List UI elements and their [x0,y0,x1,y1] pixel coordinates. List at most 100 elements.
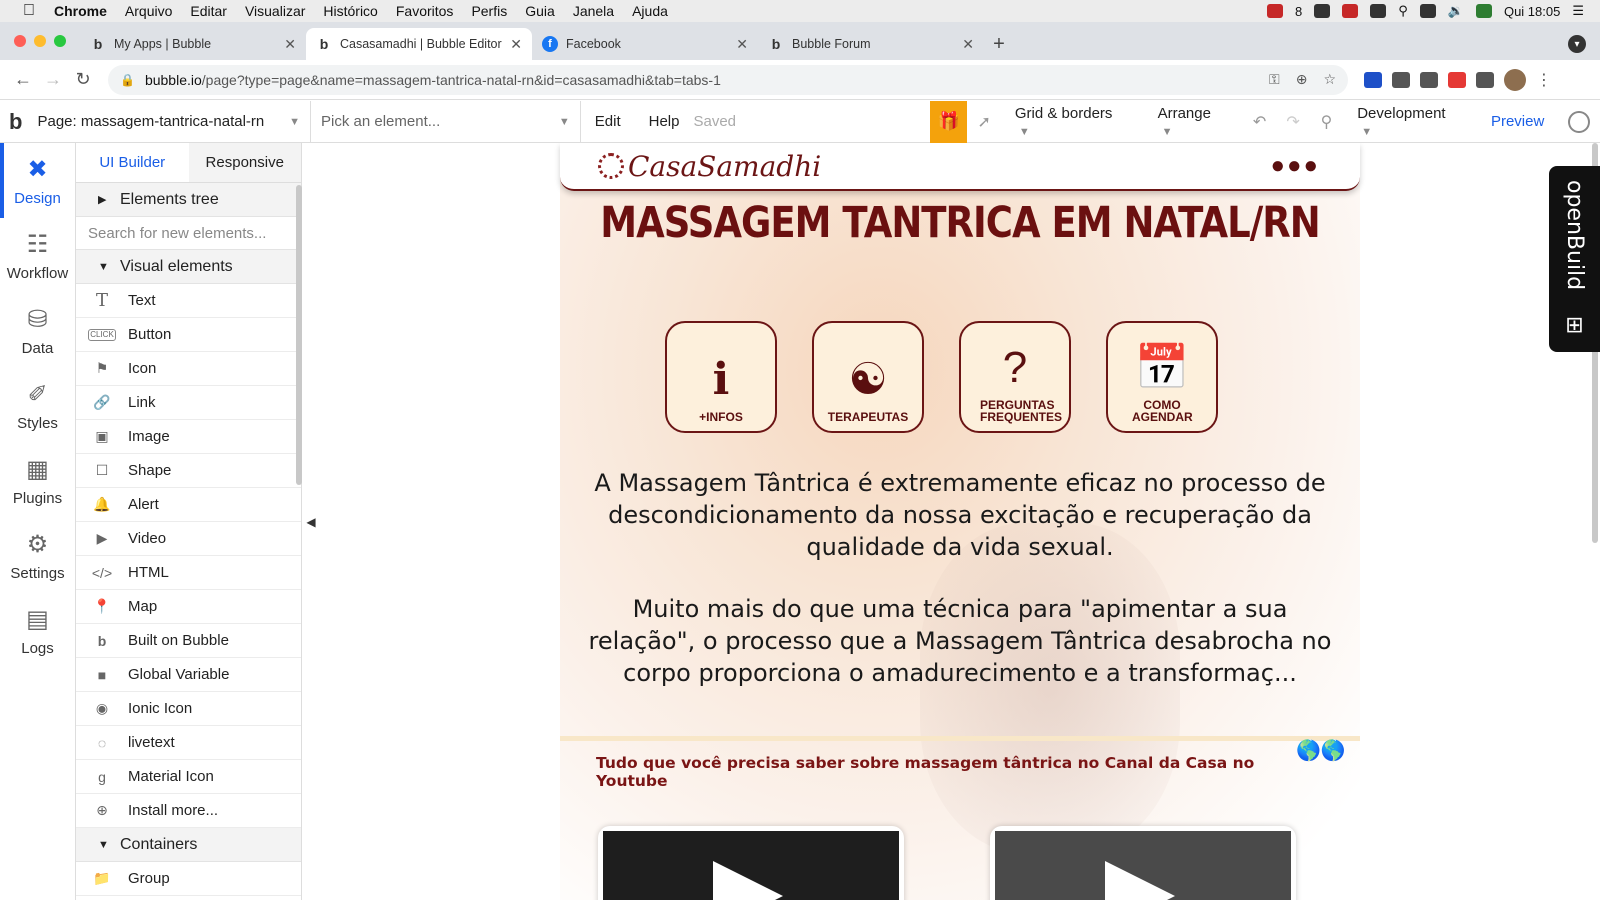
perguntas-button[interactable]: ? PERGUNTAS FREQUENTES [959,321,1071,433]
apple-icon[interactable]:  [18,2,40,20]
page-selector[interactable]: Page: massagem-tantrica-natal-rn ▼ [31,100,312,143]
pointer-icon[interactable]: ➚ [967,112,1000,132]
key-icon[interactable]: ⚿ [1269,71,1280,88]
menu-app-chrome[interactable]: Chrome [54,3,107,19]
visual-elements-toggle[interactable]: ▼ Visual elements [76,250,301,284]
menu-dots-icon[interactable]: ●●● [1271,152,1321,180]
element-alert[interactable]: 🔔 Alert [76,488,301,522]
status-circle-icon[interactable] [1314,4,1331,18]
tab-bubble-forum[interactable]: b Bubble Forum ✕ [758,28,984,60]
video-screen[interactable] [603,831,899,900]
status-red-icon[interactable] [1342,4,1359,18]
rail-workflow[interactable]: ☷ Workflow [0,218,75,293]
element-install-more[interactable]: ⊕ Install more... [76,794,301,828]
rail-plugins[interactable]: ▦ Plugins [0,443,75,518]
cloud-icon[interactable] [1370,4,1387,18]
description-paragraph[interactable]: Muito mais do que uma técnica para "apim… [586,593,1334,689]
page-title[interactable]: MASSAGEM TANTRICA EM NATAL/RN [560,198,1360,247]
element-group[interactable]: 📁 Group [76,862,301,896]
status-count[interactable]: 8 [1295,4,1302,19]
close-icon[interactable]: ✕ [962,36,974,53]
preview-button[interactable]: Preview [1477,113,1558,130]
close-window-button[interactable] [14,35,26,47]
zoom-window-button[interactable] [54,35,66,47]
search-icon[interactable]: ⚲ [1310,112,1343,132]
red-extension-icon[interactable] [1448,71,1466,88]
tab-bubble-editor[interactable]: b Casasamadhi | Bubble Editor ✕ [306,28,532,60]
bubble-logo-icon[interactable]: b [0,109,31,135]
element-text[interactable]: T Text [76,284,301,318]
terapeutas-button[interactable]: ☯ TERAPEUTAS [812,321,924,433]
spotlight-icon[interactable]: ⚲ [1398,3,1408,19]
tab-my-apps[interactable]: b My Apps | Bubble ✕ [80,28,306,60]
rail-settings[interactable]: ⚙ Settings [0,518,75,593]
menu-editar[interactable]: Editar [190,3,227,19]
close-icon[interactable]: ✕ [284,36,296,53]
video-player[interactable] [990,826,1296,900]
youtube-channel-text[interactable]: Tudo que você precisa saber sobre massag… [596,754,1326,790]
tab-facebook[interactable]: f Facebook ✕ [532,28,758,60]
clock[interactable]: Qui 18:05 [1504,4,1560,19]
element-map[interactable]: 📍 Map [76,590,301,624]
zip-extension-icon[interactable] [1364,71,1382,88]
editor-canvas[interactable]: CasaSamadhi ●●● MASSAGEM TANTRICA EM NAT… [326,143,1600,900]
tab-ui-builder[interactable]: UI Builder [76,143,189,182]
element-icon[interactable]: ⚑ Icon [76,352,301,386]
airplay-icon[interactable] [1419,4,1436,18]
casasamadhi-logo[interactable]: CasaSamadhi [598,150,821,183]
containers-toggle[interactable]: ▼ Containers [76,828,301,862]
redo-icon[interactable]: ↷ [1276,112,1309,132]
element-button[interactable]: CLICK Button [76,318,301,352]
kebab-menu-icon[interactable]: ⋮ [1536,70,1552,90]
grid-borders-menu[interactable]: Grid & borders ▼ [1001,105,1144,139]
edit-menu[interactable]: Edit [581,113,635,130]
development-menu[interactable]: Development ▼ [1343,105,1477,139]
address-bar[interactable]: 🔒 bubble.io/page?type=page&name=massagem… [108,64,1348,95]
lock-icon[interactable]: 🔒 [120,73,135,87]
element-link[interactable]: 🔗 Link [76,386,301,420]
menu-visualizar[interactable]: Visualizar [245,3,305,19]
arrange-menu[interactable]: Arrange ▼ [1144,105,1243,139]
rail-styles[interactable]: ✐ Styles [0,368,75,443]
globe-extension-icon[interactable] [1392,71,1410,88]
elements-tree-toggle[interactable]: ▶ Elements tree [76,183,301,217]
element-image[interactable]: ▣ Image [76,420,301,454]
reload-icon[interactable]: ↻ [68,69,98,90]
play-icon[interactable] [1105,861,1175,900]
video-player[interactable] [598,826,904,900]
play-icon[interactable] [713,861,783,900]
element-search-input[interactable]: Search for new elements... [76,217,301,250]
forward-arrow-icon[interactable]: → [38,69,68,90]
grid-extension-icon[interactable] [1420,71,1438,88]
element-ionic-icon[interactable]: ◉ Ionic Icon [76,692,301,726]
site-header[interactable]: CasaSamadhi ●●● [560,143,1360,191]
profile-avatar[interactable] [1504,68,1526,91]
help-menu[interactable]: Help [635,113,694,130]
element-video[interactable]: ▶ Video [76,522,301,556]
panel-scrollbar[interactable] [296,185,302,485]
infos-button[interactable]: ℹ +INFOS [665,321,777,433]
puzzle-icon[interactable] [1476,71,1494,88]
video-screen[interactable] [995,831,1291,900]
volume-icon[interactable]: 🔉 [1448,3,1464,19]
tab-responsive[interactable]: Responsive [188,143,301,182]
zoom-icon[interactable]: ⊕ [1296,71,1308,88]
element-shape[interactable]: ☐ Shape [76,454,301,488]
rail-design[interactable]: ✖ Design [0,143,75,218]
star-icon[interactable]: ☆ [1323,71,1336,88]
back-arrow-icon[interactable]: ← [8,69,38,90]
element-picker[interactable]: Pick an element... ▼ [311,100,581,143]
element-built-on-bubble[interactable]: b Built on Bubble [76,624,301,658]
menu-guia[interactable]: Guia [525,3,555,19]
menu-ajuda[interactable]: Ajuda [632,3,668,19]
close-icon[interactable]: ✕ [736,36,748,53]
agendar-button[interactable]: 📅 COMO AGENDAR [1106,321,1218,433]
menu-favoritos[interactable]: Favoritos [396,3,454,19]
intro-paragraph[interactable]: A Massagem Tântrica é extremamente efica… [586,467,1334,563]
minimize-window-button[interactable] [34,35,46,47]
undo-icon[interactable]: ↶ [1243,112,1276,132]
control-center-icon[interactable]: ☰ [1572,3,1584,19]
rail-logs[interactable]: ▤ Logs [0,593,75,668]
tab-search-icon[interactable]: ▾ [1568,35,1586,53]
user-icon[interactable] [1568,110,1590,133]
